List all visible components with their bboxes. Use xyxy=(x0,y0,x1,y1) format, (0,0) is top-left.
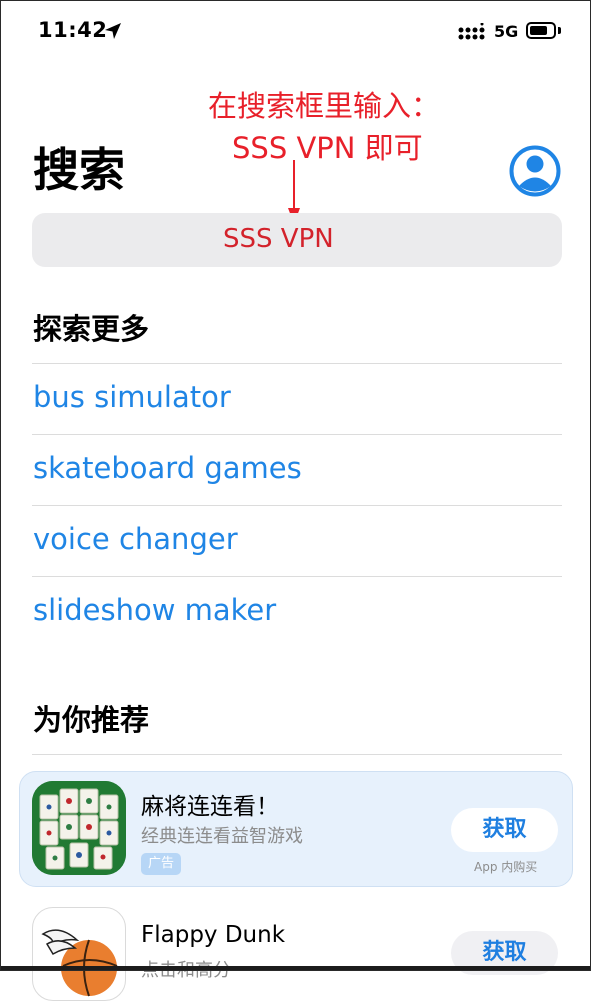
cellular-signal-icon xyxy=(458,23,485,40)
suggestion-bus-simulator[interactable]: bus simulator xyxy=(33,380,231,414)
profile-icon[interactable] xyxy=(509,145,561,197)
location-arrow-icon xyxy=(105,23,121,39)
search-input-value: SSS VPN xyxy=(223,224,334,254)
divider xyxy=(32,434,562,435)
page-title: 搜索 xyxy=(33,143,125,197)
annotation-line-1: 在搜索框里输入： xyxy=(208,89,441,123)
app-subtitle: 经典连连看益智游戏 xyxy=(141,826,303,847)
mahjong-app-icon[interactable] xyxy=(32,781,126,875)
suggestion-skateboard-games[interactable]: skateboard games xyxy=(33,451,302,485)
network-type: 5G xyxy=(494,22,519,41)
divider xyxy=(32,363,562,364)
ad-badge: 广告 xyxy=(141,853,181,875)
divider xyxy=(32,505,562,506)
screenshot-bottom-border xyxy=(0,966,591,971)
recommended-section-title: 为你推荐 xyxy=(33,703,150,737)
divider xyxy=(32,576,562,577)
discover-section-title: 探索更多 xyxy=(33,312,150,346)
status-time: 11:42 xyxy=(38,18,108,42)
in-app-purchase-note: App 内购买 xyxy=(474,860,538,874)
battery-tip xyxy=(558,27,561,34)
suggestion-voice-changer[interactable]: voice changer xyxy=(33,522,238,556)
divider xyxy=(32,754,562,755)
app-name: Flappy Dunk xyxy=(141,922,286,948)
annotation-line-2: SSS VPN 即可 xyxy=(232,131,423,165)
flappy-dunk-app-icon[interactable] xyxy=(32,907,126,1001)
suggestion-slideshow-maker[interactable]: slideshow maker xyxy=(33,593,276,627)
get-button[interactable]: 获取 xyxy=(451,808,558,852)
app-name: 麻将连连看！ xyxy=(141,794,279,820)
battery-icon xyxy=(526,22,556,39)
